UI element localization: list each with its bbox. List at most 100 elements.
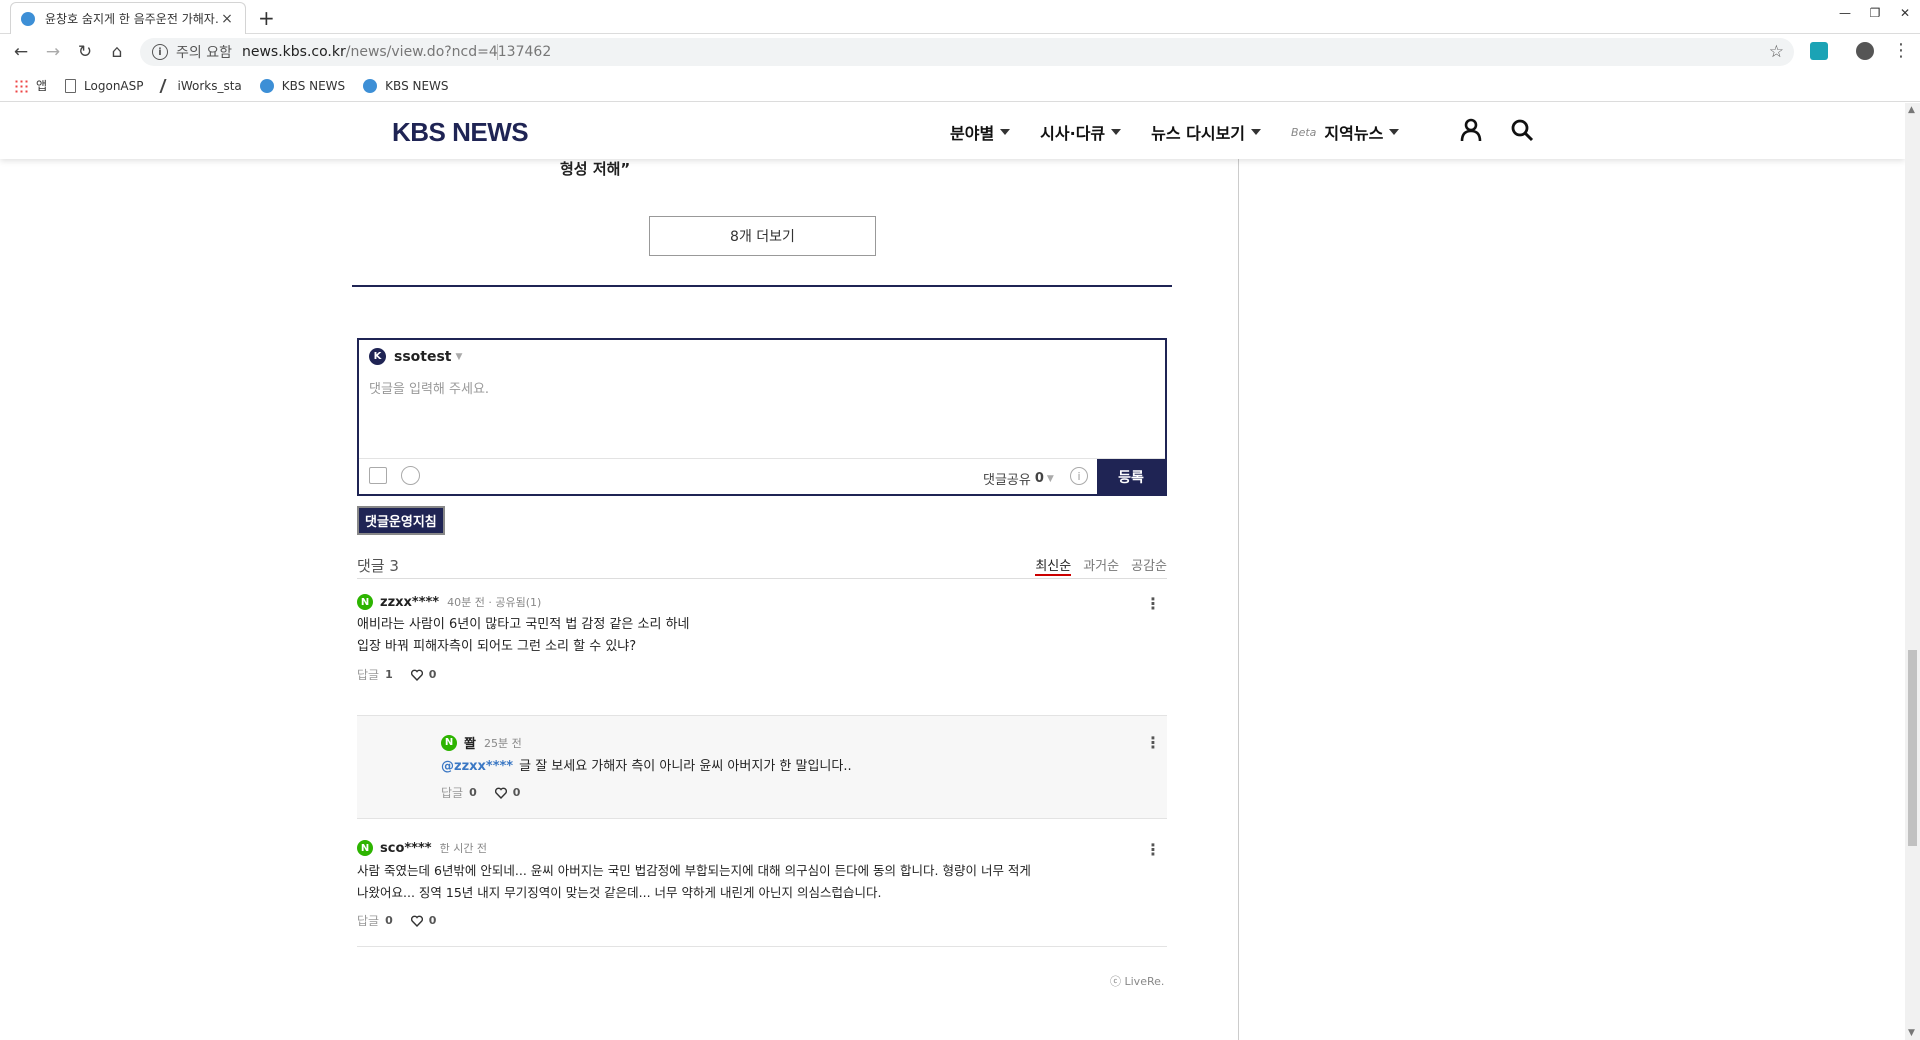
like-count: 0: [428, 914, 437, 927]
nav-label: 뉴스 다시보기: [1151, 124, 1246, 143]
bookmark-logonasp[interactable]: LogonASP: [65, 78, 144, 93]
new-tab-button[interactable]: +: [258, 6, 275, 30]
comment-item: N sco**** 한 시간 전 ⋮ 사람 죽였는데 6년밖에 안되네... 윤…: [357, 840, 1167, 929]
heart-icon[interactable]: [494, 787, 507, 799]
reply-button[interactable]: 답글: [357, 912, 379, 929]
browser-menu-icon[interactable]: ⋮: [1892, 40, 1910, 61]
comment-meta: N zzxx**** 40분 전 · 공유됨(1): [357, 594, 1167, 610]
forward-icon[interactable]: →: [40, 40, 66, 64]
reply-button[interactable]: 답글: [357, 666, 379, 683]
naver-badge-icon: N: [357, 840, 373, 856]
browser-tab[interactable]: 윤창호 숨지게 한 음주운전 가해자… ×: [10, 2, 246, 34]
show-more-button[interactable]: 8개 더보기: [649, 216, 876, 256]
iworks-icon: [158, 78, 173, 93]
kbs-favicon-icon: [21, 11, 35, 26]
bookmark-label: LogonASP: [84, 78, 144, 93]
comment-actions: 답글 0 0: [441, 784, 1167, 801]
comment-text: 애비라는 사람이 6년이 많타고 국민적 법 감정 같은 소리 하네 입장 바꿔…: [357, 614, 1167, 658]
bookmark-apps[interactable]: 앱: [14, 77, 47, 94]
tab-strip: 윤창호 숨지게 한 음주운전 가해자… × + — ❐ ✕: [0, 0, 1920, 34]
comment-count: 댓글 3: [357, 557, 399, 575]
page-scrollbar[interactable]: ▲ ▼: [1905, 103, 1920, 1040]
comment-line: 사람 죽였는데 6년밖에 안되네... 윤씨 아버지는 국민 법감정에 부합되는…: [357, 863, 1031, 878]
sort-latest[interactable]: 최신순: [1035, 555, 1072, 576]
nav-regional-news[interactable]: Beta 지역뉴스: [1291, 120, 1400, 144]
comment-actions: 답글 1 0: [357, 666, 1167, 683]
bookmark-iworks[interactable]: iWorks_sta: [158, 78, 242, 93]
search-icon[interactable]: [1510, 118, 1534, 142]
kbs-favicon-icon: [363, 78, 378, 93]
nav-category[interactable]: 분야별: [950, 120, 1011, 144]
caret-down-icon: [1389, 129, 1400, 135]
kbs-news-logo[interactable]: KBS NEWS: [392, 117, 529, 148]
comment-author[interactable]: 쫠: [464, 733, 476, 752]
sort-options: 최신순 과거순 공감순: [1023, 555, 1167, 576]
main-nav: 분야별 시사·다큐 뉴스 다시보기 Beta 지역뉴스: [950, 120, 1429, 144]
site-info-icon[interactable]: i: [152, 44, 168, 60]
comment-policy-button[interactable]: 댓글운영지침: [357, 506, 445, 535]
comment-separator: [357, 946, 1167, 947]
tab-title: 윤창호 숨지게 한 음주운전 가해자…: [45, 12, 219, 26]
user-icon[interactable]: [1460, 118, 1482, 142]
comment-meta: N 쫠 25분 전: [441, 733, 1167, 752]
nav-current-affairs[interactable]: 시사·다큐: [1040, 120, 1122, 144]
comment-input[interactable]: [369, 378, 1149, 448]
mention-link[interactable]: @zzxx****: [441, 759, 513, 774]
related-headline[interactable]: 형성 저해”: [560, 158, 630, 179]
scrollbar-thumb[interactable]: [1908, 650, 1917, 846]
close-window-icon[interactable]: ✕: [1890, 2, 1920, 24]
emoticon-icon[interactable]: [401, 466, 420, 485]
bookmarks-bar: 앱 LogonASP iWorks_sta KBS NEWS KBS NEWS: [0, 70, 1920, 102]
livere-credit[interactable]: ⓒ LiveRe.: [1110, 973, 1164, 989]
scroll-down-icon[interactable]: ▼: [1908, 1028, 1915, 1038]
kbs-favicon-icon: [259, 78, 274, 93]
info-icon[interactable]: i: [1070, 467, 1088, 485]
reply-item: N 쫠 25분 전 ⋮ @zzxx**** 글 잘 보세요 가해자 측이 아니라 …: [441, 733, 1167, 801]
section-divider: [352, 285, 1172, 287]
reply-count: 1: [385, 668, 393, 681]
profile-icon[interactable]: [1856, 42, 1874, 60]
back-icon[interactable]: ←: [8, 40, 34, 64]
heart-icon[interactable]: [410, 915, 423, 927]
web-page: KBS NEWS 분야별 시사·다큐 뉴스 다시보기 Beta 지역뉴스 형성 저…: [0, 103, 1905, 1040]
composer-username: ssotest: [394, 348, 452, 365]
comment-author[interactable]: sco****: [380, 841, 432, 856]
url-path: /news/view.do?ncd=4137462: [345, 44, 552, 60]
comment-meta: N sco**** 한 시간 전: [357, 840, 1167, 856]
apps-grid-icon: [14, 78, 28, 93]
share-toggle[interactable]: 댓글공유 0 ▼: [983, 469, 1054, 488]
comment-author[interactable]: zzxx****: [380, 595, 439, 610]
reply-count: 0: [469, 786, 477, 799]
scroll-up-icon[interactable]: ▲: [1908, 105, 1915, 115]
tab-close-icon[interactable]: ×: [219, 11, 235, 27]
more-options-icon[interactable]: ⋮: [1145, 840, 1161, 859]
bookmark-label: iWorks_sta: [177, 78, 242, 93]
minimize-icon[interactable]: —: [1830, 2, 1860, 24]
bookmark-kbs-news-2[interactable]: KBS NEWS: [363, 78, 449, 93]
sort-oldest[interactable]: 과거순: [1083, 555, 1119, 576]
more-options-icon[interactable]: ⋮: [1145, 594, 1161, 613]
reload-icon[interactable]: ↻: [72, 40, 98, 64]
bookmark-label: KBS NEWS: [385, 78, 449, 93]
composer-user[interactable]: K ssotest ▼: [369, 348, 462, 365]
comment-actions: 답글 0 0: [357, 912, 1167, 929]
comment-list-header: 댓글 3 최신순 과거순 공감순: [357, 543, 1167, 579]
bookmark-star-icon[interactable]: ☆: [1769, 42, 1784, 62]
sort-most-liked[interactable]: 공감순: [1131, 555, 1167, 576]
extension-icon[interactable]: [1810, 42, 1828, 60]
restore-icon[interactable]: ❐: [1860, 2, 1890, 24]
comment-text: 사람 죽였는데 6년밖에 안되네... 윤씨 아버지는 국민 법감정에 부합되는…: [357, 860, 1167, 904]
more-options-icon[interactable]: ⋮: [1145, 733, 1161, 752]
heart-icon[interactable]: [410, 669, 423, 681]
address-bar[interactable]: i 주의 요함 news.kbs.co.kr /news/view.do?ncd…: [140, 38, 1794, 66]
beta-label: Beta: [1291, 125, 1317, 139]
image-attach-icon[interactable]: [369, 467, 387, 484]
home-icon[interactable]: ⌂: [104, 40, 130, 64]
reply-button[interactable]: 답글: [441, 784, 463, 801]
bookmark-kbs-news-1[interactable]: KBS NEWS: [259, 78, 345, 93]
caret-down-icon: [1251, 129, 1262, 135]
comment-composer: K ssotest ▼ 댓글공유 0 ▼ i 등록: [357, 338, 1167, 496]
submit-button[interactable]: 등록: [1097, 459, 1165, 494]
comment-time: 25분 전: [483, 736, 522, 750]
nav-news-replay[interactable]: 뉴스 다시보기: [1151, 120, 1262, 144]
